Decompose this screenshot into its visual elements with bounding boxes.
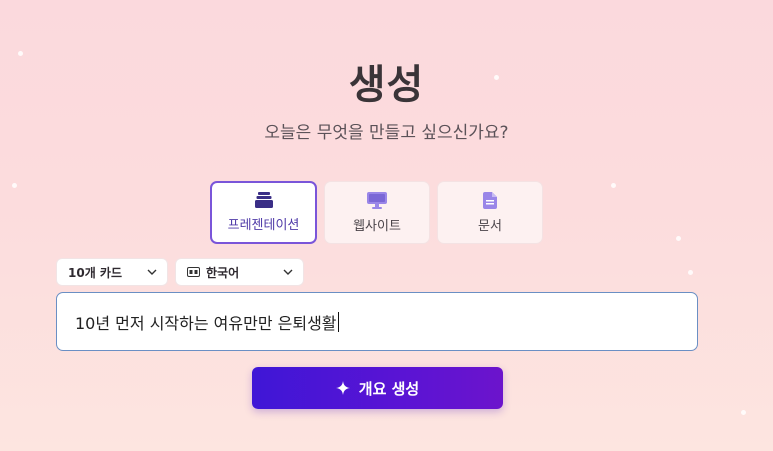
generate-button-label: 개요 생성: [358, 379, 420, 398]
generate-outline-button[interactable]: 개요 생성: [252, 367, 503, 409]
chevron-down-icon: [147, 269, 157, 275]
type-option-label: 프레젠테이션: [227, 218, 300, 233]
card-count-value: 10개 카드: [68, 265, 122, 280]
sparkle-icon: [335, 381, 350, 395]
type-option-presentation[interactable]: 프레젠테이션: [210, 181, 317, 244]
monitor-icon: [367, 191, 387, 209]
chevron-down-icon: [283, 269, 293, 275]
language-select[interactable]: 한국어: [175, 258, 304, 286]
type-option-document[interactable]: 문서: [437, 181, 543, 244]
presentation-stack-icon: [254, 192, 273, 208]
type-option-label: 웹사이트: [353, 218, 401, 234]
type-option-website[interactable]: 웹사이트: [324, 181, 430, 244]
content-type-selector: 프레젠테이션 웹사이트 문서: [210, 181, 543, 244]
page-title: 생성: [348, 62, 425, 108]
sparkle-dot: [611, 183, 616, 188]
prompt-input[interactable]: 10년 먼저 시작하는 여유만만 은퇴생활: [56, 292, 698, 351]
card-count-select[interactable]: 10개 카드: [56, 258, 168, 286]
prompt-input-text: 10년 먼저 시작하는 여유만만 은퇴생활: [75, 313, 337, 333]
language-icon: [187, 267, 200, 277]
sparkle-dot: [741, 410, 746, 415]
type-option-label: 문서: [478, 218, 502, 234]
text-caret: [337, 311, 339, 332]
sparkle-dot: [12, 183, 17, 188]
document-icon: [483, 191, 497, 209]
sparkle-dot: [688, 270, 693, 275]
generation-settings: 10개 카드 한국어: [56, 258, 304, 286]
language-value: 한국어: [206, 265, 240, 280]
sparkle-dot: [676, 236, 681, 241]
page-subtitle: 오늘은 무엇을 만들고 싶으신가요?: [264, 123, 509, 143]
